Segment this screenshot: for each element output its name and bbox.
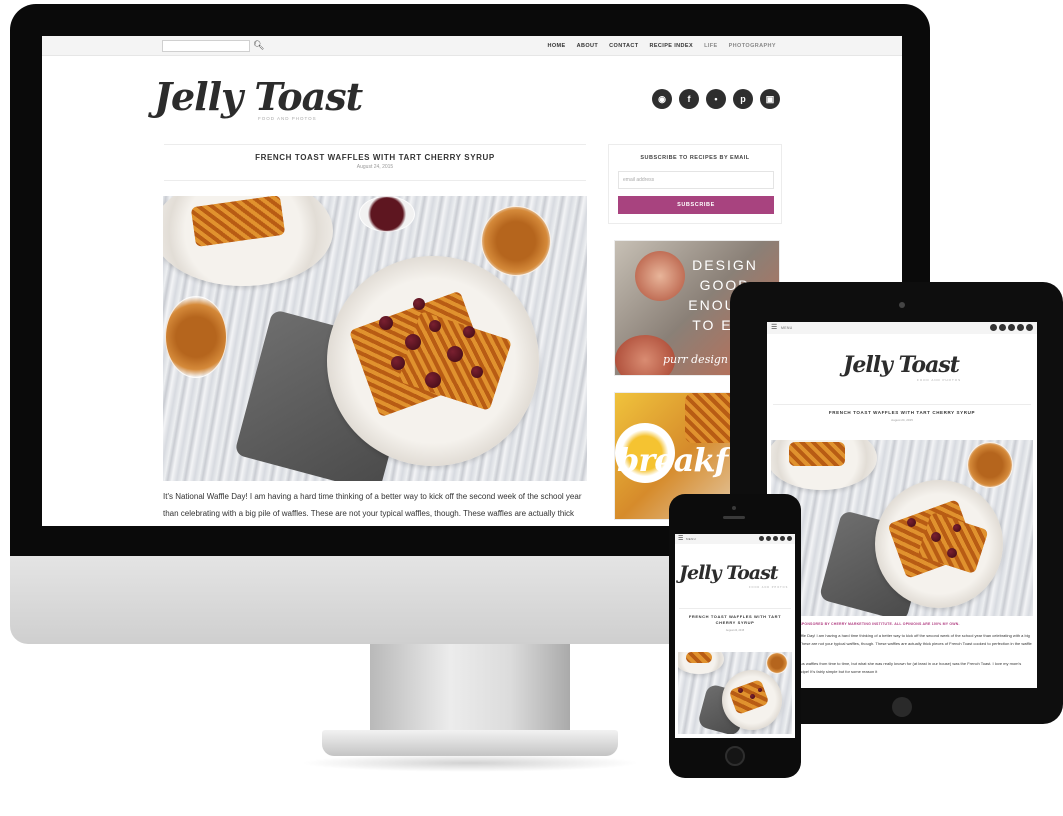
search-input[interactable]	[162, 40, 250, 52]
facebook-icon[interactable]: f	[679, 89, 699, 109]
rss-icon[interactable]	[759, 536, 764, 541]
facebook-icon[interactable]	[766, 536, 771, 541]
nav-life[interactable]: LIFE	[704, 43, 718, 49]
ad-brand: purr design	[663, 353, 728, 366]
instagram-icon[interactable]: ▣	[760, 89, 780, 109]
main-nav: HOME ABOUT CONTACT RECIPE INDEX LIFE PHO…	[548, 36, 777, 56]
pinterest-icon[interactable]	[780, 536, 785, 541]
phone-post-photo	[678, 652, 792, 734]
divider	[773, 404, 1031, 405]
phone-speaker	[723, 516, 745, 519]
tablet-body-2: My mom made us waffles from time to time…	[773, 661, 1022, 674]
post-body: It's National Waffle Day! I am having a …	[163, 492, 582, 518]
tablet-post-photo	[771, 440, 1033, 616]
hamburger-icon[interactable]: ☰	[771, 324, 777, 332]
divider	[164, 180, 586, 181]
tablet-screen: ☰ MENU Jelly Toast FOOD AND PHOTOS FRENC…	[767, 322, 1037, 688]
twitter-icon[interactable]	[773, 536, 778, 541]
nav-photography[interactable]: PHOTOGRAPHY	[729, 43, 776, 49]
tablet-post-date: August 24, 2015	[891, 418, 913, 422]
tablet-logo[interactable]: Jelly Toast	[843, 352, 960, 378]
post-photo	[163, 196, 587, 481]
phone-social	[759, 536, 792, 541]
subscribe-button[interactable]: SUBSCRIBE	[618, 196, 774, 214]
stand-shadow	[300, 754, 640, 772]
phone-post-date: August 24, 2015	[725, 629, 745, 632]
phone-tagline: FOOD AND PHOTOS	[749, 586, 789, 589]
phone-screen: ☰ MENU Jelly Toast FOOD AND PHOTOS FRENC…	[675, 534, 795, 738]
menu-label[interactable]: MENU	[781, 326, 793, 330]
social-links: ◉ f • p ▣	[652, 89, 780, 109]
subscribe-title: SUBSCRIBE TO RECIPES BY EMAIL	[640, 155, 750, 161]
divider	[164, 144, 586, 145]
tablet-post-title[interactable]: FRENCH TOAST WAFFLES WITH TART CHERRY SY…	[773, 410, 1031, 415]
site-logo[interactable]: Jelly Toast	[154, 74, 363, 119]
monitor-stand-neck	[370, 644, 570, 736]
tablet-tagline: FOOD AND PHOTOS	[917, 378, 962, 382]
monitor-stand-base	[322, 730, 618, 756]
phone-camera	[732, 506, 736, 510]
tablet-social	[990, 324, 1033, 331]
nav-contact[interactable]: CONTACT	[609, 43, 638, 49]
site-tagline: FOOD AND PHOTOS	[258, 116, 317, 121]
post-title[interactable]: FRENCH TOAST WAFFLES WITH TART CHERRY SY…	[164, 153, 586, 162]
nav-home[interactable]: HOME	[548, 43, 566, 49]
search-icon[interactable]: 🔍︎	[253, 39, 264, 51]
tablet-camera	[899, 302, 905, 308]
phone-top-bar: ☰ MENU	[675, 534, 795, 544]
phone-post-title[interactable]: FRENCH TOAST WAFFLES WITH TART CHERRY SY…	[681, 614, 789, 626]
ad2-headline: breakf	[617, 441, 728, 479]
tablet-sponsor-note: THIS POST IS SPONSORED BY CHERRY MARKETI…	[773, 622, 960, 626]
hamburger-icon[interactable]: ☰	[678, 535, 683, 543]
nav-about[interactable]: ABOUT	[577, 43, 599, 49]
instagram-icon[interactable]	[787, 536, 792, 541]
pinterest-icon[interactable]	[1017, 324, 1024, 331]
tablet-home-button	[892, 697, 912, 717]
facebook-icon[interactable]	[999, 324, 1006, 331]
rss-icon[interactable]	[990, 324, 997, 331]
phone-home-button	[725, 746, 745, 766]
pinterest-icon[interactable]: p	[733, 89, 753, 109]
twitter-icon[interactable]: •	[706, 89, 726, 109]
divider	[679, 608, 791, 609]
tablet-top-bar: ☰ MENU	[767, 322, 1037, 334]
twitter-icon[interactable]	[1008, 324, 1015, 331]
subscribe-widget: SUBSCRIBE TO RECIPES BY EMAIL email addr…	[608, 144, 782, 224]
post-date: August 24, 2015	[356, 164, 394, 170]
top-bar: 🔍︎ HOME ABOUT CONTACT RECIPE INDEX LIFE …	[42, 36, 902, 56]
nav-recipe-index[interactable]: RECIPE INDEX	[649, 43, 693, 49]
phone-logo[interactable]: Jelly Toast	[679, 562, 779, 584]
email-field[interactable]: email address	[618, 171, 774, 189]
menu-label[interactable]: MENU	[686, 537, 696, 541]
rss-icon[interactable]: ◉	[652, 89, 672, 109]
instagram-icon[interactable]	[1026, 324, 1033, 331]
tablet-body-1: It's National Waffle Day! I am having a …	[773, 633, 1032, 654]
